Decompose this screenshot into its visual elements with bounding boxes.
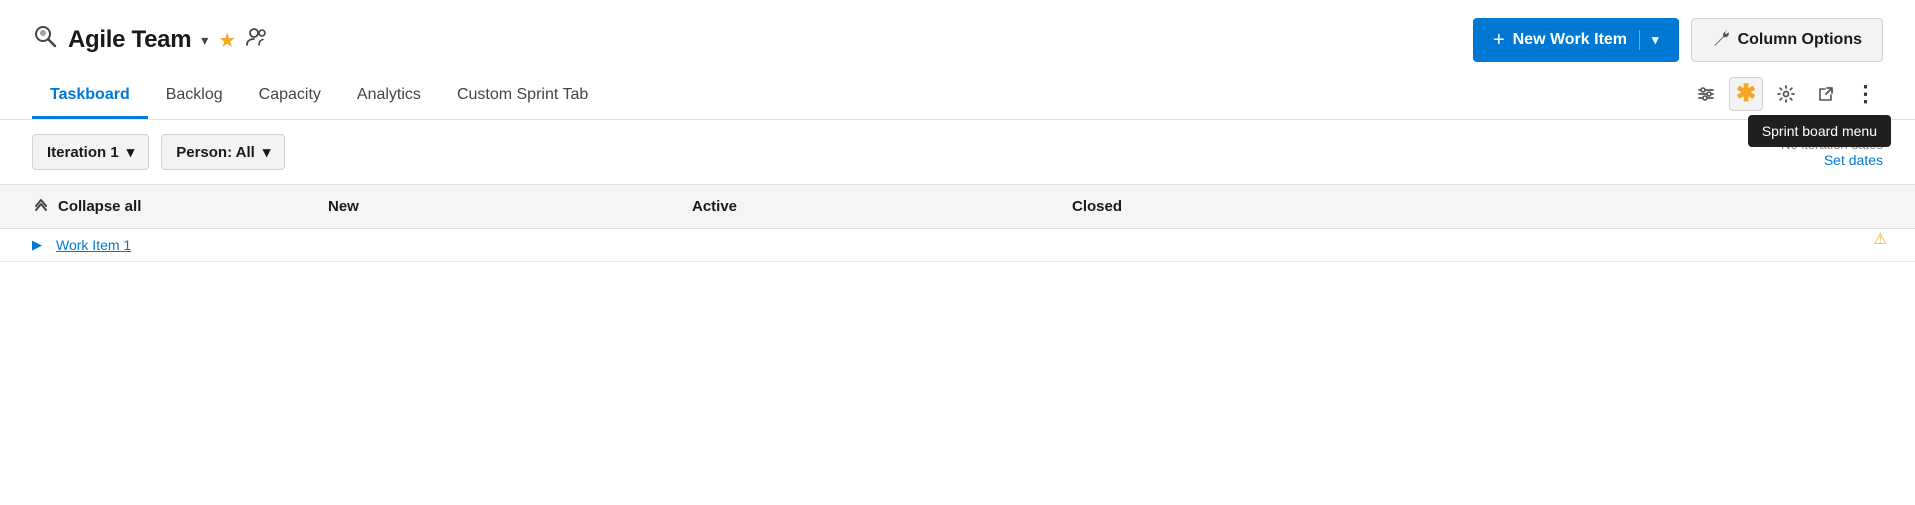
new-work-item-label: New Work Item	[1513, 31, 1627, 49]
row-expand-icon: ▶	[32, 237, 42, 253]
warning-icon: ⚠	[1874, 230, 1887, 248]
tab-taskboard[interactable]: Taskboard	[32, 76, 148, 119]
settings-icon-button[interactable]	[1769, 77, 1803, 111]
plus-icon: +	[1493, 29, 1505, 52]
new-work-item-chevron-icon: ▾	[1652, 32, 1659, 48]
team-chevron-icon[interactable]: ▾	[201, 32, 208, 49]
sprint-board-menu-tooltip: Sprint board menu	[1748, 115, 1891, 147]
team-name: Agile Team	[68, 26, 191, 54]
more-menu-container: ⋮ Sprint board menu	[1849, 77, 1883, 111]
new-work-item-button[interactable]: + New Work Item ▾	[1473, 18, 1679, 62]
table-header-row: Collapse all New Active Closed	[0, 184, 1915, 229]
collapse-all-button[interactable]: Collapse all	[32, 195, 312, 218]
iteration-chevron-icon: ▾	[127, 143, 135, 161]
more-icon-button[interactable]: ⋮	[1849, 77, 1883, 111]
team-icon	[32, 24, 58, 56]
tab-custom-sprint[interactable]: Custom Sprint Tab	[439, 76, 606, 119]
work-item-link[interactable]: Work Item 1	[56, 237, 131, 253]
person-chevron-icon: ▾	[263, 143, 271, 161]
favorite-star-icon[interactable]: ★	[218, 28, 236, 53]
nav-tabs: Taskboard Backlog Capacity Analytics Cus…	[32, 76, 606, 119]
team-members-icon[interactable]	[246, 26, 268, 54]
col-active-header: Active	[692, 198, 1072, 215]
collapse-icon	[32, 195, 50, 218]
iteration-dropdown[interactable]: Iteration 1 ▾	[32, 134, 149, 170]
tab-actions: ✱ ⋮ Sprint board menu	[1689, 77, 1883, 119]
header-left: Agile Team ▾ ★	[32, 24, 268, 56]
partial-row: ▶ Work Item 1	[0, 229, 1915, 262]
set-dates-link[interactable]: Set dates	[1824, 152, 1883, 168]
nav-tabs-row: Taskboard Backlog Capacity Analytics Cus…	[0, 76, 1915, 120]
asterisk-button[interactable]: ✱	[1729, 77, 1763, 111]
header-row: Agile Team ▾ ★ + New Work Item ▾	[0, 0, 1915, 76]
person-dropdown[interactable]: Person: All ▾	[161, 134, 285, 170]
person-label: Person: All	[176, 144, 255, 161]
collapse-all-label: Collapse all	[58, 198, 141, 215]
col-closed-header: Closed	[1072, 198, 1452, 215]
filter-icon-button[interactable]	[1689, 77, 1723, 111]
iteration-label: Iteration 1	[47, 144, 119, 161]
col-new-header: New	[312, 198, 692, 215]
column-options-label: Column Options	[1738, 31, 1862, 49]
filter-row: Iteration 1 ▾ Person: All ▾ No iteration…	[0, 120, 1915, 184]
button-divider	[1639, 30, 1640, 50]
page-container: Agile Team ▾ ★ + New Work Item ▾	[0, 0, 1915, 505]
column-options-button[interactable]: Column Options	[1691, 18, 1883, 62]
wrench-icon	[1712, 29, 1730, 52]
tab-analytics[interactable]: Analytics	[339, 76, 439, 119]
tab-backlog[interactable]: Backlog	[148, 76, 241, 119]
header-right: + New Work Item ▾ Column Options	[1473, 18, 1883, 62]
tab-capacity[interactable]: Capacity	[241, 76, 339, 119]
expand-icon-button[interactable]	[1809, 77, 1843, 111]
